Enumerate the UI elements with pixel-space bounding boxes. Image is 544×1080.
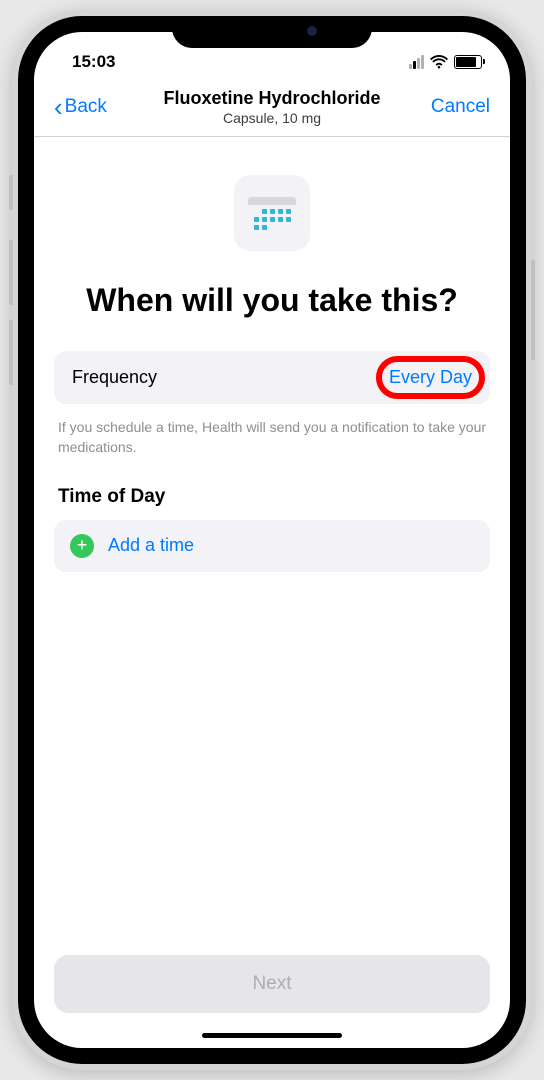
chevron-left-icon: ‹ xyxy=(54,94,63,120)
nav-title-group: Fluoxetine Hydrochloride Capsule, 10 mg xyxy=(144,88,400,126)
plus-icon: + xyxy=(70,534,94,558)
notch xyxy=(172,16,372,48)
screen: 15:03 ‹ Back xyxy=(34,32,510,1048)
back-button[interactable]: ‹ Back xyxy=(54,94,144,120)
wifi-icon xyxy=(430,55,448,69)
nav-title: Fluoxetine Hydrochloride xyxy=(144,88,400,109)
battery-icon xyxy=(454,55,482,69)
cellular-icon xyxy=(409,55,424,69)
navigation-bar: ‹ Back Fluoxetine Hydrochloride Capsule,… xyxy=(34,80,510,137)
phone-frame: 15:03 ‹ Back xyxy=(12,10,532,1070)
nav-subtitle: Capsule, 10 mg xyxy=(144,110,400,126)
time-of-day-header: Time of Day xyxy=(58,486,486,508)
cancel-button[interactable]: Cancel xyxy=(400,96,490,118)
mute-switch xyxy=(9,175,13,210)
phone-bezel: 15:03 ‹ Back xyxy=(18,16,526,1064)
volume-up-button xyxy=(9,240,13,305)
status-time: 15:03 xyxy=(72,52,115,72)
frequency-value: Every Day xyxy=(389,367,472,388)
helper-text: If you schedule a time, Health will send… xyxy=(58,418,486,457)
content-area: When will you take this? Frequency Every… xyxy=(34,137,510,935)
frequency-label: Frequency xyxy=(72,367,157,388)
home-indicator[interactable] xyxy=(202,1033,342,1038)
add-time-label: Add a time xyxy=(108,535,194,556)
volume-down-button xyxy=(9,320,13,385)
power-button xyxy=(531,260,535,360)
back-label: Back xyxy=(65,96,107,118)
status-indicators xyxy=(409,55,482,69)
next-button[interactable]: Next xyxy=(54,955,490,1013)
calendar-icon xyxy=(234,175,310,251)
frequency-row[interactable]: Frequency Every Day xyxy=(54,351,490,404)
add-time-button[interactable]: + Add a time xyxy=(54,520,490,572)
page-heading: When will you take this? xyxy=(74,281,470,319)
